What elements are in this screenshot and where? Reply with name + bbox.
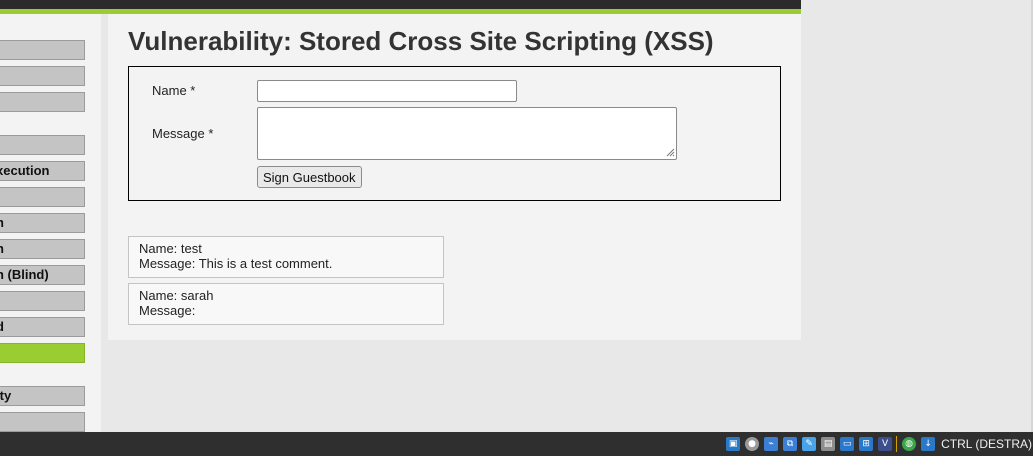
globe-icon[interactable]: ◍: [902, 437, 917, 451]
vm-status-bar: ▣ ● ⌁ ⧉ ✎ ▤ ▭ ⊞ V ◍ ↓ CTRL (DESTRA): [0, 432, 1033, 456]
sidebar-item-label: n (Blind): [0, 267, 49, 282]
sign-guestbook-button[interactable]: Sign Guestbook: [257, 166, 362, 188]
entry-name: Name: sarah: [139, 288, 214, 303]
sidebar-item[interactable]: [0, 412, 85, 432]
usb-icon[interactable]: ⌁: [764, 437, 779, 451]
optical-disc-icon[interactable]: ●: [745, 437, 760, 451]
browser-viewport: xecution n n n (Blind) d ity Vulnerabili…: [0, 0, 1033, 456]
page-title: Vulnerability: Stored Cross Site Scripti…: [128, 26, 714, 56]
name-label: Name *: [152, 83, 196, 98]
download-arrow-icon[interactable]: ↓: [921, 437, 936, 451]
guestbook-form: Name * Message * Sign Guestbook: [128, 66, 781, 201]
sidebar-item-label: n: [0, 214, 4, 232]
display-icon[interactable]: ▣: [726, 437, 741, 451]
guestbook-entry: Name: test Message: This is a test comme…: [128, 236, 444, 278]
status-tray: ▣ ● ⌁ ⧉ ✎ ▤ ▭ ⊞ V ◍ ↓ CTRL (DESTRA): [721, 432, 1033, 456]
sidebar-item[interactable]: [0, 66, 85, 86]
message-textarea[interactable]: [257, 107, 677, 160]
pencil-icon[interactable]: ✎: [802, 437, 817, 451]
hard-disk-icon[interactable]: ▤: [821, 437, 836, 451]
entry-message: Message: This is a test comment.: [139, 256, 333, 271]
sidebar-item-label: n: [0, 240, 4, 258]
sidebar-item[interactable]: [0, 187, 85, 207]
sidebar-item-active[interactable]: [0, 343, 85, 363]
sidebar-item-label: ity: [0, 388, 12, 403]
entry-message: Message:: [139, 303, 196, 318]
resize-grip-icon[interactable]: [666, 148, 675, 157]
sidebar-item-label: d: [0, 318, 4, 336]
sidebar-item-sql-injection-blind[interactable]: n (Blind): [0, 265, 85, 285]
tray-separator: [896, 436, 898, 452]
sidebar-item[interactable]: d: [0, 317, 85, 337]
name-input[interactable]: [257, 80, 517, 102]
main-content: Vulnerability: Stored Cross Site Scripti…: [108, 14, 801, 340]
sidebar-item[interactable]: n: [0, 239, 85, 259]
virtualbox-icon[interactable]: V: [878, 437, 893, 451]
message-label: Message *: [152, 126, 214, 141]
sidebar-item-command-execution[interactable]: xecution: [0, 161, 85, 181]
screen-icon[interactable]: ▭: [840, 437, 855, 451]
sidebar-item-security[interactable]: ity: [0, 386, 85, 406]
sidebar-item[interactable]: n: [0, 213, 85, 233]
sidebar-item[interactable]: [0, 291, 85, 311]
shared-folders-icon[interactable]: ⧉: [783, 437, 798, 451]
sidebar-item-label: xecution: [0, 163, 50, 178]
guestbook-entry: Name: sarah Message:: [128, 283, 444, 325]
sidebar-item[interactable]: [0, 135, 85, 155]
entry-name: Name: test: [139, 241, 202, 256]
host-key-label: CTRL (DESTRA): [941, 437, 1032, 451]
header-bar: [0, 0, 801, 9]
sidebar-item[interactable]: [0, 92, 85, 112]
network-icon[interactable]: ⊞: [859, 437, 874, 451]
sidebar-item[interactable]: [0, 40, 85, 60]
